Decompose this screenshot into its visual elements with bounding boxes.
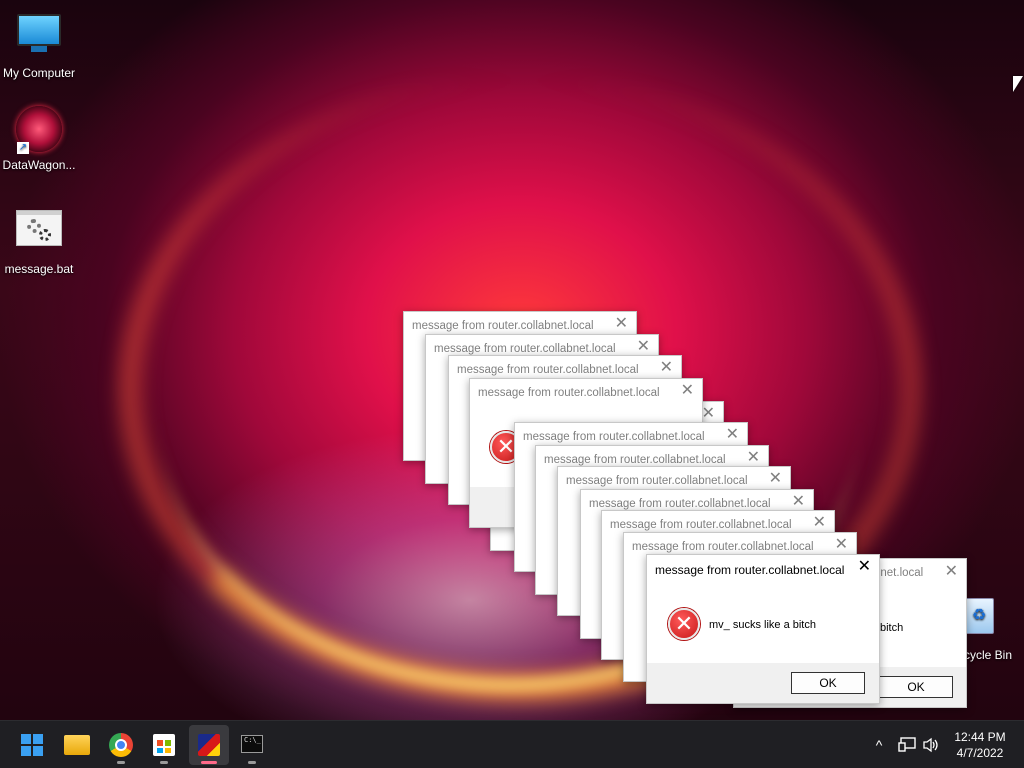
recycle-bin-icon: ♻ — [964, 598, 994, 634]
taskbar-command-prompt[interactable]: C:\_ — [232, 725, 272, 765]
close-icon[interactable]: ✕ — [945, 564, 958, 580]
folder-icon — [64, 735, 90, 755]
close-icon[interactable]: ✕ — [858, 559, 871, 575]
clock-date: 4/7/2022 — [956, 746, 1004, 760]
close-icon[interactable]: ✕ — [660, 360, 673, 376]
taskbar-chrome[interactable] — [101, 725, 141, 765]
running-indicator — [248, 761, 256, 764]
dialog-title: message from router.collabnet.local — [478, 387, 660, 399]
taskbar-store[interactable] — [144, 725, 184, 765]
monitor-icon — [15, 14, 63, 62]
desktop-icon-my-computer[interactable]: My Computer — [0, 8, 78, 80]
dialog-title: bnet.local — [874, 567, 924, 579]
taskbar: C:\_ ^ 12:44 PM 4/7/2022 — [0, 720, 1024, 768]
volume-icon[interactable] — [920, 721, 942, 768]
batch-file-icon — [15, 210, 63, 258]
dialog-title: message from router.collabnet.local — [632, 541, 814, 553]
desktop-icon-recycle-bin[interactable]: ♻ cycle Bin — [960, 598, 1024, 662]
taskbar-datawagon[interactable] — [189, 725, 229, 765]
terminal-icon: C:\_ — [241, 735, 263, 753]
close-icon[interactable]: ✕ — [637, 339, 650, 355]
dialog-title: message from router.collabnet.local — [412, 320, 594, 332]
desktop: My Computer ↗ DataWagon... message.bat ♻… — [0, 0, 1024, 720]
desktop-icon-label: My Computer — [2, 66, 76, 80]
show-hidden-icons-chevron-icon[interactable]: ^ — [868, 721, 890, 768]
dialog-title: message from router.collabnet.local — [523, 431, 705, 443]
start-button[interactable] — [12, 725, 52, 765]
close-icon[interactable]: ✕ — [835, 537, 848, 553]
chrome-icon — [109, 733, 133, 757]
dialog-title: message from router.collabnet.local — [566, 475, 748, 487]
desktop-icon-message-bat[interactable]: message.bat — [0, 204, 78, 276]
running-indicator — [201, 761, 217, 764]
dialog-title: message from router.collabnet.local — [610, 519, 792, 531]
dialog-message: bitch — [880, 622, 904, 634]
close-icon[interactable]: ✕ — [726, 427, 739, 443]
ok-button[interactable]: OK — [791, 672, 865, 694]
dialog-message: mv_ sucks like a bitch — [709, 619, 816, 631]
close-icon[interactable]: ✕ — [769, 471, 782, 487]
message-dialog-active[interactable]: message from router.collabnet.local ✕ ✕ … — [646, 554, 880, 704]
close-icon[interactable]: ✕ — [681, 383, 694, 399]
desktop-icon-datawagon[interactable]: ↗ DataWagon... — [0, 106, 78, 172]
ok-button[interactable]: OK — [879, 676, 953, 698]
running-indicator — [117, 761, 125, 764]
desktop-icon-label: message.bat — [4, 262, 74, 276]
error-icon: ✕ — [668, 608, 700, 640]
dialog-title: message from router.collabnet.local — [457, 364, 639, 376]
dialog-title: message from router.collabnet.local — [655, 563, 845, 577]
close-icon[interactable]: ✕ — [792, 494, 805, 510]
close-icon[interactable]: ✕ — [702, 406, 715, 422]
desktop-icon-label: cycle Bin — [964, 648, 1013, 662]
store-icon — [153, 734, 175, 756]
clock[interactable]: 12:44 PM 4/7/2022 — [940, 729, 1020, 761]
app-icon — [198, 734, 220, 756]
dialog-title: message from router.collabnet.local — [544, 454, 726, 466]
taskbar-file-explorer[interactable] — [57, 725, 97, 765]
close-icon[interactable]: ✕ — [813, 515, 826, 531]
desktop-icon-label: DataWagon... — [2, 158, 76, 172]
dialog-title: message from router.collabnet.local — [434, 343, 616, 355]
close-icon[interactable]: ✕ — [747, 450, 760, 466]
running-indicator — [160, 761, 168, 764]
dialog-title: message from router.collabnet.local — [589, 498, 771, 510]
datawagon-icon: ↗ — [15, 106, 63, 154]
mouse-cursor-icon — [1013, 76, 1023, 92]
close-icon[interactable]: ✕ — [615, 316, 628, 332]
shortcut-arrow-icon: ↗ — [17, 142, 29, 154]
windows-start-icon — [21, 734, 43, 756]
clock-time: 12:44 PM — [954, 730, 1006, 744]
network-icon[interactable] — [896, 721, 918, 768]
